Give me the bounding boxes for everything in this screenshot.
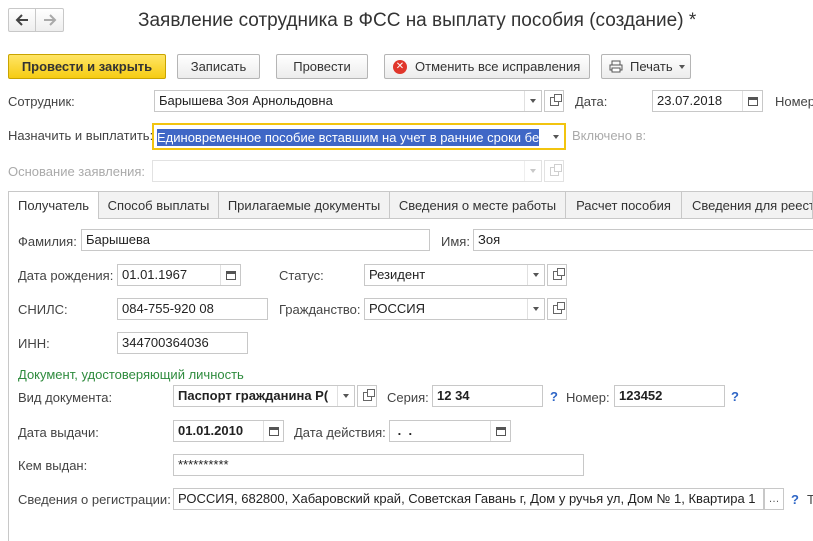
open-icon <box>549 93 562 106</box>
tab-registry-info[interactable]: Сведения для реест <box>681 191 813 218</box>
tab-payment-method[interactable]: Способ выплаты <box>98 191 219 218</box>
post-and-close-button[interactable]: Провести и закрыть <box>8 54 166 79</box>
employee-value: Барышева Зоя Арнольдовна <box>159 93 333 108</box>
window-title: Заявление сотрудника в ФСС на выплату по… <box>138 10 697 31</box>
back-button[interactable] <box>8 8 36 32</box>
date-field[interactable]: 23.07.2018 <box>652 90 763 112</box>
assign-label: Назначить и выплатить: <box>8 128 154 143</box>
date-calendar-button[interactable] <box>742 91 762 111</box>
employee-open-button[interactable] <box>544 90 564 112</box>
basis-field[interactable] <box>152 160 542 182</box>
chevron-down-icon <box>530 169 536 173</box>
tab-panel <box>8 218 813 541</box>
date-value: 23.07.2018 <box>657 93 723 108</box>
cancel-all-label: Отменить все исправления <box>415 59 581 74</box>
tab-workplace-info[interactable]: Сведения о месте работы <box>389 191 566 218</box>
printer-icon <box>609 60 623 73</box>
tab-benefit-calculation[interactable]: Расчет пособия <box>565 191 682 218</box>
chevron-down-icon <box>678 64 685 69</box>
tab-attached-documents[interactable]: Прилагаемые документы <box>218 191 390 218</box>
calendar-icon <box>747 96 758 106</box>
cancel-icon: ✕ <box>393 59 407 74</box>
basis-dropdown[interactable] <box>524 161 541 181</box>
included-label: Включено в: <box>572 128 647 143</box>
cancel-all-button[interactable]: ✕ Отменить все исправления <box>384 54 590 79</box>
basis-label: Основание заявления: <box>8 164 146 179</box>
open-icon <box>549 163 562 176</box>
number-label: Номер <box>775 94 813 109</box>
post-button[interactable]: Провести <box>276 54 368 79</box>
print-label: Печать <box>630 59 673 74</box>
chevron-down-icon <box>552 134 559 139</box>
employee-dropdown[interactable] <box>524 91 541 111</box>
assign-dropdown[interactable] <box>547 125 564 148</box>
date-label: Дата: <box>575 94 608 109</box>
tab-recipient[interactable]: Получатель <box>8 191 99 219</box>
print-button[interactable]: Печать <box>601 54 691 79</box>
basis-open-button[interactable] <box>544 160 564 182</box>
save-button[interactable]: Записать <box>177 54 260 79</box>
assign-field[interactable]: Единовременное пособие вставшим на учет … <box>152 123 566 150</box>
forward-button[interactable] <box>36 8 64 32</box>
assign-value: Единовременное пособие вставшим на учет … <box>157 129 540 147</box>
chevron-down-icon <box>530 99 536 103</box>
arrow-left-icon <box>15 14 28 26</box>
employee-label: Сотрудник: <box>8 94 75 109</box>
employee-field[interactable]: Барышева Зоя Арнольдовна <box>154 90 542 112</box>
arrow-right-icon <box>43 14 56 26</box>
